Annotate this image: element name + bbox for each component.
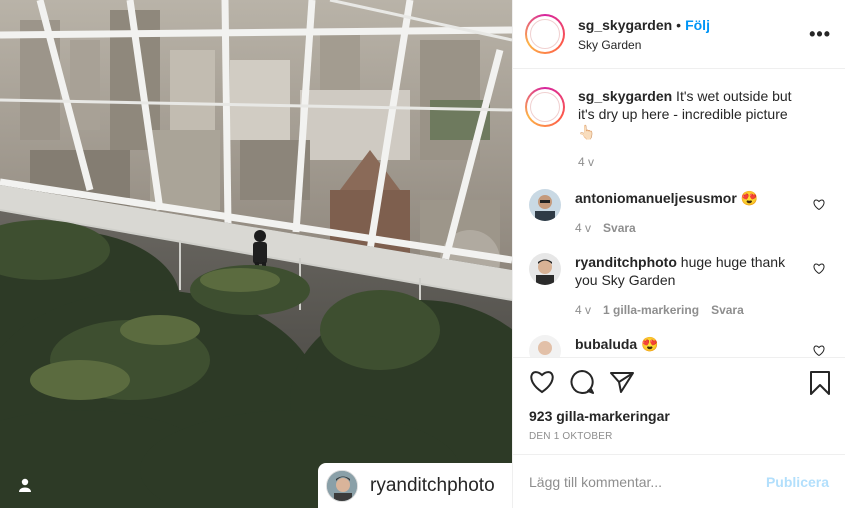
comment-username[interactable]: antoniomanueljesusmor xyxy=(575,190,737,206)
comment-text: 😍 xyxy=(637,336,659,353)
publish-button[interactable]: Publicera xyxy=(766,474,829,490)
more-options-icon[interactable]: ••• xyxy=(809,24,831,45)
comment-username[interactable]: sg_skygarden xyxy=(578,88,672,104)
post-header: sg_skygarden • Följ Sky Garden ••• xyxy=(513,0,845,70)
comment-icon[interactable] xyxy=(569,369,595,400)
avatar[interactable] xyxy=(529,189,561,222)
photo-watermark-tag: ryanditchphoto xyxy=(318,463,512,508)
bookmark-icon[interactable] xyxy=(809,370,831,401)
sky-garden-photo xyxy=(0,0,512,508)
avatar[interactable] xyxy=(529,253,561,286)
comment-time[interactable]: 4 v xyxy=(575,219,591,237)
location-link[interactable]: Sky Garden xyxy=(578,38,710,52)
reply-button[interactable]: Svara xyxy=(603,219,636,237)
comment-like-heart-icon[interactable] xyxy=(813,343,825,357)
post-actions: 923 gilla-markeringar DEN 1 OKTOBER xyxy=(513,357,845,454)
follow-button[interactable]: Följ xyxy=(685,17,710,33)
watermark-avatar xyxy=(326,469,358,502)
sky-garden-logo xyxy=(530,19,560,50)
post-date[interactable]: DEN 1 OKTOBER xyxy=(529,431,829,442)
sky-garden-logo xyxy=(530,92,560,123)
list-item: antoniomanueljesusmor 😍 4 v Svara xyxy=(525,189,829,237)
comment-body: sg_skygarden It's wet outside but it's d… xyxy=(578,87,808,171)
share-icon[interactable] xyxy=(609,370,635,399)
comment-time[interactable]: 4 v xyxy=(575,301,591,319)
comments-list[interactable]: sg_skygarden It's wet outside but it's d… xyxy=(513,69,845,358)
separator-dot: • xyxy=(676,16,682,33)
add-comment-bar: Publicera xyxy=(513,454,845,508)
heart-icon[interactable] xyxy=(529,370,555,399)
comment-username[interactable]: bubaluda xyxy=(575,336,637,352)
likes-count[interactable]: 923 gilla-markeringar xyxy=(529,408,829,424)
watermark-username: ryanditchphoto xyxy=(370,474,495,496)
comment-like-heart-icon[interactable] xyxy=(813,261,825,279)
comment-username[interactable]: ryanditchphoto xyxy=(575,254,677,270)
comment-body: ryanditchphoto huge huge thank you Sky G… xyxy=(575,253,805,319)
caption-avatar[interactable] xyxy=(525,87,565,128)
caption-comment: sg_skygarden It's wet outside but it's d… xyxy=(525,87,829,171)
comment-likes-count[interactable]: 1 gilla-markering xyxy=(603,301,699,319)
post-side-panel: sg_skygarden • Följ Sky Garden ••• sg_skyg… xyxy=(512,0,845,508)
comment-body: bubaluda 😍 xyxy=(575,335,805,357)
user-tag-icon[interactable] xyxy=(14,474,36,496)
reply-button[interactable]: Svara xyxy=(711,301,744,319)
author-info: sg_skygarden • Följ Sky Garden xyxy=(578,17,710,52)
comment-text: 😍 xyxy=(736,190,759,207)
comment-like-heart-icon[interactable] xyxy=(813,197,825,215)
avatar[interactable] xyxy=(529,335,561,358)
list-item: ryanditchphoto huge huge thank you Sky G… xyxy=(525,253,829,319)
list-item: bubaluda 😍 xyxy=(525,335,829,358)
comment-input[interactable] xyxy=(529,473,729,490)
comment-time[interactable]: 4 v xyxy=(578,153,594,171)
comment-body: antoniomanueljesusmor 😍 4 v Svara xyxy=(575,189,805,237)
post-photo[interactable]: ryanditchphoto xyxy=(0,0,512,508)
author-avatar[interactable] xyxy=(525,14,565,55)
author-username[interactable]: sg_skygarden xyxy=(578,17,672,33)
instagram-post-modal: ryanditchphoto sg_skygarden • Följ Sky Gar… xyxy=(0,0,845,508)
